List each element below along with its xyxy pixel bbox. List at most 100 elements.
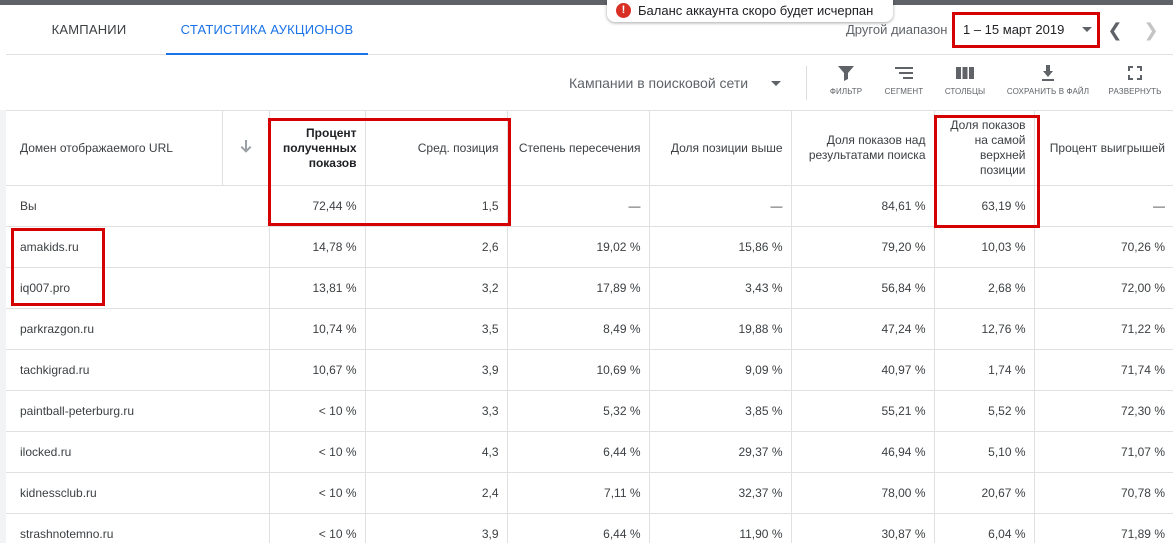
- download-button[interactable]: СОХРАНИТЬ В ФАЙЛ: [1002, 64, 1094, 104]
- cell-overlap-rate: 19,02 %: [507, 226, 650, 268]
- cell-top-of-page-rate: 40,97 %: [791, 349, 935, 391]
- cell-top-of-page-rate: 47,24 %: [791, 308, 935, 350]
- table-row[interactable]: iq007.pro 13,81 % 3,2 17,89 % 3,43 % 56,84 % 2…: [6, 267, 1173, 309]
- cell-position-above-rate: 19,88 %: [649, 308, 792, 350]
- cell-domain: tachkigrad.ru: [6, 349, 270, 391]
- cell-abs-top-rate: 10,03 %: [934, 226, 1035, 268]
- chevron-right-icon[interactable]: ❯: [1140, 19, 1162, 41]
- expand-label: РАЗВЕРНУТЬ: [1108, 87, 1162, 96]
- cell-impression-share: 13,81 %: [269, 267, 366, 309]
- filter-button[interactable]: ФИЛЬТР: [816, 64, 876, 104]
- cell-top-of-page-rate: 78,00 %: [791, 472, 935, 514]
- expand-icon: [1128, 66, 1142, 80]
- cell-position-above-rate: 29,37 %: [649, 431, 792, 473]
- table-row[interactable]: amakids.ru 14,78 % 2,6 19,02 % 15,86 % 79,20 …: [6, 226, 1173, 268]
- balance-notification[interactable]: ! Баланс аккаунта скоро будет исчерпан: [607, 0, 893, 22]
- arrow-down-icon: [240, 140, 251, 153]
- cell-overlap-rate: 6,44 %: [507, 431, 650, 473]
- cell-impression-share: 72,44 %: [269, 185, 366, 227]
- segment-icon: [895, 67, 913, 79]
- tab-auction-insights[interactable]: СТАТИСТИКА АУКЦИОНОВ: [166, 5, 368, 55]
- segment-button[interactable]: СЕГМЕНТ: [874, 64, 934, 104]
- cell-domain: kidnessclub.ru: [6, 472, 270, 514]
- cell-top-of-page-rate: 84,61 %: [791, 185, 935, 227]
- cell-outranking-share: 72,30 %: [1034, 390, 1173, 432]
- cell-abs-top-rate: 5,52 %: [934, 390, 1035, 432]
- table-header-row: Домен отображаемого URL Процент полученн…: [6, 110, 1173, 186]
- cell-top-of-page-rate: 79,20 %: [791, 226, 935, 268]
- col-header-outranking-share[interactable]: Процент выигрышей: [1034, 110, 1173, 186]
- cell-position-above-rate: 9,09 %: [649, 349, 792, 391]
- columns-icon: [956, 67, 974, 79]
- cell-impression-share: < 10 %: [269, 390, 366, 432]
- cell-avg-position: 3,3: [365, 390, 508, 432]
- cell-avg-position: 3,9: [365, 513, 508, 543]
- columns-button[interactable]: СТОЛБЦЫ: [935, 64, 995, 104]
- cell-outranking-share: 70,78 %: [1034, 472, 1173, 514]
- segment-label: СЕГМЕНТ: [884, 87, 924, 96]
- cell-avg-position: 4,3: [365, 431, 508, 473]
- cell-outranking-share: 71,07 %: [1034, 431, 1173, 473]
- notification-text: Баланс аккаунта скоро будет исчерпан: [638, 3, 874, 18]
- cell-outranking-share: —: [1034, 185, 1173, 227]
- tab-campaigns[interactable]: КАМПАНИИ: [24, 5, 154, 55]
- cell-avg-position: 3,5: [365, 308, 508, 350]
- table-row[interactable]: strashnotemno.ru < 10 % 3,9 6,44 % 11,90 % 30…: [6, 513, 1173, 543]
- cell-abs-top-rate: 12,76 %: [934, 308, 1035, 350]
- cell-overlap-rate: 17,89 %: [507, 267, 650, 309]
- error-icon: !: [616, 3, 631, 18]
- cell-impression-share: 10,67 %: [269, 349, 366, 391]
- table-row[interactable]: kidnessclub.ru < 10 % 2,4 7,11 % 32,37 % 78,0…: [6, 472, 1173, 514]
- col-header-position-above-rate[interactable]: Доля позиции выше: [649, 110, 792, 186]
- filter-icon: [838, 66, 854, 81]
- cell-impression-share: < 10 %: [269, 513, 366, 543]
- table-row[interactable]: ilocked.ru < 10 % 4,3 6,44 % 29,37 % 46,94 % 5…: [6, 431, 1173, 473]
- columns-label: СТОЛБЦЫ: [944, 87, 986, 96]
- date-range-value: 1 – 15 март 2019: [963, 22, 1065, 37]
- cell-overlap-rate: 8,49 %: [507, 308, 650, 350]
- cell-avg-position: 3,2: [365, 267, 508, 309]
- cell-overlap-rate: 10,69 %: [507, 349, 650, 391]
- col-header-abs-top-rate[interactable]: Доля показов на самой верхней позиции: [934, 110, 1035, 186]
- download-icon: [1042, 65, 1054, 81]
- col-header-avg-position[interactable]: Сред. позиция: [365, 110, 508, 186]
- col-header-top-of-page-rate[interactable]: Доля показов над результатами поиска: [791, 110, 935, 186]
- cell-position-above-rate: —: [649, 185, 792, 227]
- cell-abs-top-rate: 20,67 %: [934, 472, 1035, 514]
- cell-impression-share: < 10 %: [269, 431, 366, 473]
- col-header-domain[interactable]: Домен отображаемого URL: [6, 110, 223, 186]
- cell-overlap-rate: 7,11 %: [507, 472, 650, 514]
- table-row[interactable]: parkrazgon.ru 10,74 % 3,5 8,49 % 19,88 % 47,2…: [6, 308, 1173, 350]
- cell-position-above-rate: 32,37 %: [649, 472, 792, 514]
- chevron-left-icon[interactable]: ❮: [1104, 19, 1126, 41]
- cell-avg-position: 3,9: [365, 349, 508, 391]
- cell-abs-top-rate: 2,68 %: [934, 267, 1035, 309]
- cell-abs-top-rate: 63,19 %: [934, 185, 1035, 227]
- cell-outranking-share: 72,00 %: [1034, 267, 1173, 309]
- col-header-overlap-rate[interactable]: Степень пересечения: [507, 110, 650, 186]
- cell-domain: parkrazgon.ru: [6, 308, 270, 350]
- cell-outranking-share: 71,22 %: [1034, 308, 1173, 350]
- filter-label: ФИЛЬТР: [829, 87, 863, 96]
- cell-position-above-rate: 3,43 %: [649, 267, 792, 309]
- sort-control[interactable]: [222, 110, 270, 186]
- cell-domain: Вы: [6, 185, 270, 227]
- cell-avg-position: 1,5: [365, 185, 508, 227]
- toolbar: Кампании в поисковой сети ФИЛЬТР СЕГМЕНТ…: [6, 56, 1173, 110]
- table-row[interactable]: tachkigrad.ru 10,67 % 3,9 10,69 % 9,09 % 40,9…: [6, 349, 1173, 391]
- campaign-type-dropdown[interactable]: Кампании в поисковой сети: [569, 56, 748, 110]
- col-header-impression-share[interactable]: Процент полученных показов: [269, 110, 366, 186]
- toolbar-divider: [806, 66, 807, 100]
- expand-button[interactable]: РАЗВЕРНУТЬ: [1102, 64, 1168, 104]
- date-range-select[interactable]: 1 – 15 март 2019: [952, 12, 1100, 48]
- cell-overlap-rate: 5,32 %: [507, 390, 650, 432]
- cell-abs-top-rate: 6,04 %: [934, 513, 1035, 543]
- auction-insights-table: Домен отображаемого URL Процент полученн…: [6, 110, 1173, 543]
- cell-impression-share: < 10 %: [269, 472, 366, 514]
- cell-avg-position: 2,4: [365, 472, 508, 514]
- table-row[interactable]: paintball-peterburg.ru < 10 % 3,3 5,32 % 3,8…: [6, 390, 1173, 432]
- cell-position-above-rate: 11,90 %: [649, 513, 792, 543]
- cell-domain: amakids.ru: [6, 226, 270, 268]
- table-row[interactable]: Вы 72,44 % 1,5— —84,61 % 63,19 % —: [6, 185, 1173, 227]
- caret-down-icon[interactable]: [771, 81, 781, 86]
